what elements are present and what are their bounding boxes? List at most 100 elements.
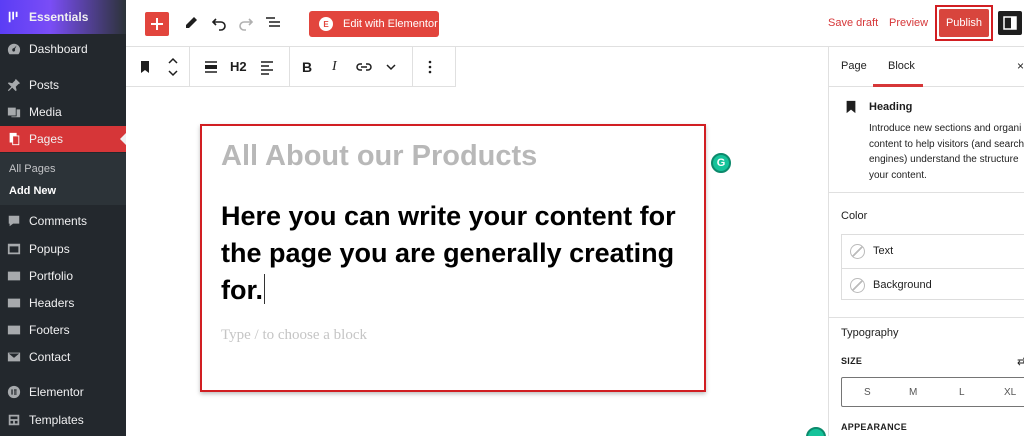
- menu-item-posts[interactable]: Posts: [0, 72, 126, 98]
- document-overview-button[interactable]: [264, 14, 282, 32]
- menu-item-headers[interactable]: Headers: [0, 290, 126, 316]
- sidebar-panel-icon: [1003, 16, 1017, 30]
- color-option-label: Background: [873, 279, 932, 291]
- menu-item-comments[interactable]: Comments: [0, 208, 126, 234]
- menu-item-contact[interactable]: Contact: [0, 344, 126, 370]
- background-color-option[interactable]: Background: [842, 269, 1024, 301]
- tab-page[interactable]: Page: [841, 60, 867, 72]
- size-option-m[interactable]: M: [909, 387, 917, 398]
- edit-tool-button[interactable]: [182, 14, 200, 32]
- size-option-xl[interactable]: XL: [1004, 387, 1016, 398]
- popup-icon: [7, 242, 21, 256]
- pages-icon: [7, 132, 21, 146]
- menu-item-portfolio[interactable]: Portfolio: [0, 263, 126, 289]
- menu-label: Posts: [29, 78, 60, 92]
- font-size-picker: S M L XL: [841, 377, 1024, 407]
- link-icon: [356, 63, 372, 71]
- pages-submenu: All Pages Add New: [0, 153, 126, 205]
- menu-item-elementor[interactable]: Elementor: [0, 379, 126, 405]
- link-button[interactable]: [354, 57, 374, 77]
- menu-label: Headers: [29, 296, 75, 310]
- menu-item-pages[interactable]: Pages: [0, 126, 126, 152]
- portfolio-icon: [7, 269, 21, 283]
- edit-with-elementor-button[interactable]: E Edit with Elementor: [309, 11, 439, 37]
- menu-item-essentials[interactable]: Essentials: [0, 4, 126, 30]
- appearance-label: APPEARANCE: [841, 422, 908, 432]
- menu-label: Popups: [29, 242, 70, 256]
- color-options: Text Background: [841, 234, 1024, 300]
- block-placeholder[interactable]: Type / to choose a block: [221, 327, 367, 344]
- redo-button[interactable]: [237, 14, 255, 32]
- header-icon: [7, 296, 21, 310]
- more-formatting-button[interactable]: [381, 57, 401, 77]
- color-swatch-icon: [850, 243, 865, 259]
- submenu-add-new[interactable]: Add New: [9, 185, 56, 197]
- menu-label: Templates: [29, 413, 84, 427]
- close-icon[interactable]: ×: [1017, 59, 1024, 73]
- block-card-title: Heading: [869, 101, 913, 113]
- text-align-button[interactable]: [257, 57, 277, 77]
- options-button[interactable]: [420, 57, 440, 77]
- heading-level-button[interactable]: H2: [230, 59, 247, 74]
- elementor-logo-icon: E: [319, 17, 333, 31]
- block-type-button[interactable]: [135, 57, 155, 77]
- save-draft-button[interactable]: Save draft: [828, 17, 878, 29]
- color-swatch-icon: [850, 277, 865, 293]
- pencil-icon: [186, 17, 197, 28]
- toolbar-separator: [289, 47, 290, 87]
- menu-item-media[interactable]: Media: [0, 99, 126, 125]
- change-alignment-button[interactable]: [201, 57, 221, 77]
- size-reset-icon[interactable]: ⇄: [1017, 355, 1024, 368]
- chevron-up-down-icon: [168, 57, 178, 77]
- heading-block[interactable]: Here you can write your content for the …: [221, 198, 705, 309]
- description-line: engines) understand the structure: [869, 154, 1019, 165]
- bookmark-icon: [141, 61, 149, 73]
- post-title[interactable]: All About our Products: [221, 140, 537, 173]
- text-color-option[interactable]: Text: [842, 235, 1024, 267]
- preview-button[interactable]: Preview: [889, 17, 928, 29]
- description-line: your content.: [869, 169, 927, 181]
- tab-block[interactable]: Block: [888, 60, 915, 72]
- typography-panel-title[interactable]: Typography: [841, 327, 898, 339]
- bold-button[interactable]: B: [302, 59, 312, 75]
- align-left-icon: [261, 61, 273, 75]
- text-caret: [264, 274, 266, 304]
- submenu-all-pages[interactable]: All Pages: [9, 163, 55, 175]
- settings-sidebar: Page Block × Heading Introduce new secti…: [828, 47, 1024, 436]
- move-block-button[interactable]: [163, 53, 183, 81]
- dashboard-icon: [7, 42, 21, 56]
- menu-label: Pages: [29, 132, 64, 146]
- block-card: Heading Introduce new sections and organ…: [829, 87, 1024, 193]
- more-vertical-icon: [428, 60, 432, 74]
- menu-label: Contact: [29, 350, 71, 364]
- grammarly-icon[interactable]: G: [711, 153, 731, 173]
- description-line: content to help visitors (and search: [869, 138, 1024, 150]
- add-block-button[interactable]: [145, 12, 169, 36]
- settings-toggle-button[interactable]: [998, 11, 1022, 35]
- italic-button[interactable]: I: [332, 59, 337, 75]
- settings-tabs: Page Block ×: [829, 47, 1024, 87]
- publish-button[interactable]: Publish: [939, 9, 989, 37]
- color-panel-title[interactable]: Color: [841, 210, 867, 222]
- pin-icon: [7, 78, 21, 92]
- menu-item-templates[interactable]: Templates: [0, 407, 126, 433]
- menu-item-popups[interactable]: Popups: [0, 236, 126, 262]
- plus-icon: [151, 18, 163, 30]
- divider: [829, 317, 1024, 318]
- templates-icon: [7, 413, 21, 427]
- undo-button[interactable]: [210, 14, 228, 32]
- chevron-down-icon: [386, 64, 396, 71]
- list-view-icon: [266, 17, 280, 27]
- editor-top-toolbar: E Edit with Elementor Save draft Preview…: [126, 0, 1024, 47]
- heading-text: Here you can write your content for the …: [221, 201, 676, 305]
- menu-label: Dashboard: [29, 42, 88, 56]
- size-option-s[interactable]: S: [864, 387, 871, 398]
- elementor-icon: [7, 385, 21, 399]
- menu-item-footers[interactable]: Footers: [0, 317, 126, 343]
- color-option-label: Text: [873, 245, 894, 257]
- menu-label: Portfolio: [29, 269, 74, 283]
- menu-label: Media: [29, 105, 62, 119]
- menu-item-dashboard[interactable]: Dashboard: [0, 36, 126, 62]
- size-option-l[interactable]: L: [959, 387, 965, 398]
- footer-icon: [7, 323, 21, 337]
